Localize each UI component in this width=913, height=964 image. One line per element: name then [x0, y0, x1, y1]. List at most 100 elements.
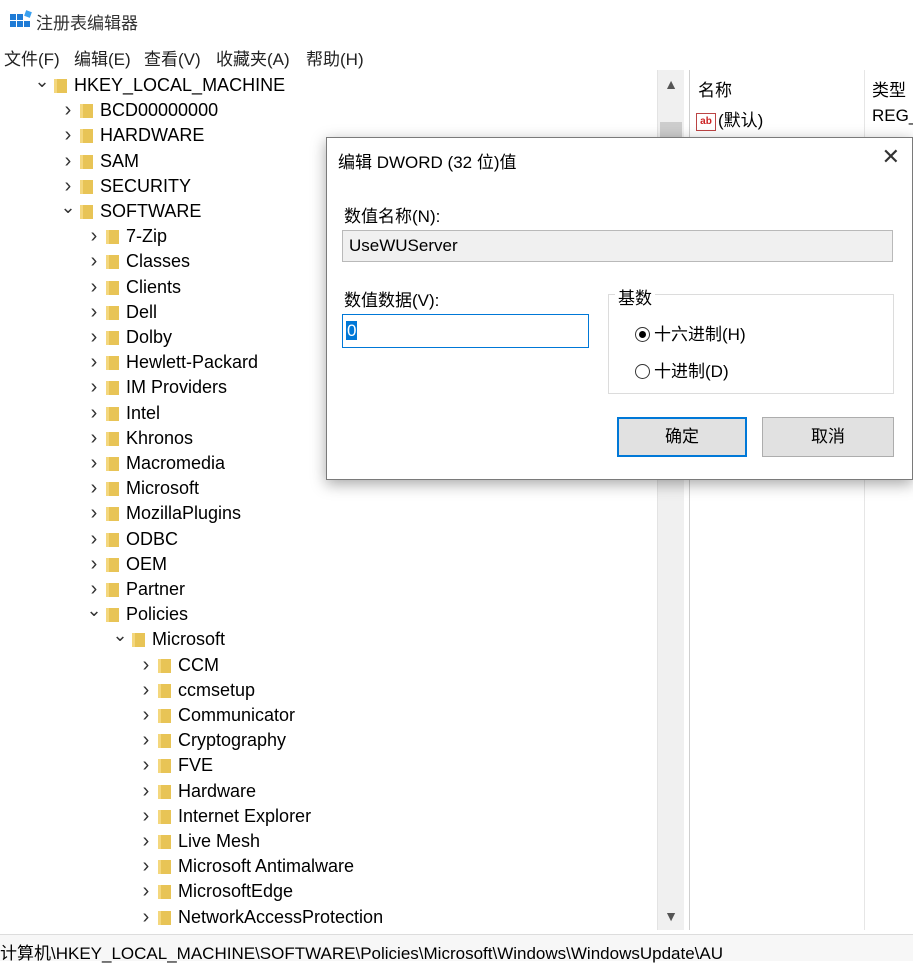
chevron-right-icon[interactable]: › — [86, 501, 102, 526]
menu-file[interactable]: 文件(F) — [4, 45, 60, 70]
tree-item-label: 7-Zip — [126, 226, 168, 247]
chevron-right-icon[interactable]: › — [138, 829, 154, 854]
folder-icon — [106, 532, 119, 547]
folder-icon — [106, 431, 119, 446]
chevron-right-icon[interactable]: › — [86, 426, 102, 451]
folder-icon — [106, 280, 119, 295]
tree-item-label: HARDWARE — [100, 125, 205, 146]
chevron-right-icon[interactable]: › — [86, 451, 102, 476]
tree-item-label: MozillaPlugins — [126, 503, 242, 524]
folder-icon — [132, 633, 145, 648]
folder-icon — [80, 129, 93, 144]
tree-item-label: Hewlett-Packard — [126, 352, 259, 373]
tree-item-label: CCM — [178, 654, 219, 675]
chevron-right-icon[interactable]: › — [86, 275, 102, 300]
menu-view[interactable]: 查看(V) — [144, 45, 201, 70]
tree-item-label: SAM — [100, 150, 140, 171]
folder-icon — [158, 910, 171, 925]
tree-item-label: FVE — [178, 755, 214, 776]
chevron-down-icon[interactable]: ⌄ — [112, 626, 128, 652]
value-data-input[interactable]: 0 — [342, 314, 589, 348]
column-name-header[interactable]: 名称 — [698, 76, 732, 101]
cancel-button[interactable]: 取消 — [762, 417, 894, 457]
menu-help[interactable]: 帮助(H) — [306, 45, 364, 70]
chevron-right-icon[interactable]: › — [86, 224, 102, 249]
folder-icon — [158, 658, 171, 673]
column-type-header[interactable]: 类型 — [872, 76, 906, 101]
tree-item-label: Cryptography — [178, 730, 287, 751]
chevron-right-icon[interactable]: › — [60, 149, 76, 174]
scroll-up-icon[interactable]: ▲ — [658, 76, 684, 96]
menu-bar: 文件(F) 编辑(E) 查看(V) 收藏夹(A) 帮助(H) — [0, 42, 913, 70]
tree-item-label: IM Providers — [126, 377, 228, 398]
folder-icon — [106, 583, 119, 597]
menu-favorites[interactable]: 收藏夹(A) — [216, 45, 290, 70]
chevron-right-icon[interactable]: › — [86, 249, 102, 274]
chevron-right-icon[interactable]: › — [138, 905, 154, 930]
tree-item-label: Microsoft — [152, 629, 226, 650]
tree-item-label: Microsoft — [126, 478, 200, 499]
tree-item-label: NetworkAccessProtection — [178, 906, 384, 927]
tree-item-label: Dell — [126, 301, 158, 322]
folder-icon — [158, 784, 171, 799]
radio-unchecked-icon[interactable] — [635, 364, 650, 379]
tree-item-label: ODBC — [126, 528, 179, 549]
value-name-field[interactable]: UseWUServer — [342, 230, 893, 262]
dialog-title: 编辑 DWORD (32 位)值 — [338, 153, 517, 172]
tree-item-label: SOFTWARE — [100, 201, 202, 221]
chevron-right-icon[interactable]: › — [138, 854, 154, 879]
value-data-label: 数值数据(V): — [344, 291, 440, 310]
chevron-right-icon[interactable]: › — [138, 779, 154, 804]
chevron-down-icon[interactable]: ⌄ — [86, 601, 102, 627]
chevron-right-icon[interactable]: › — [138, 653, 154, 678]
chevron-right-icon[interactable]: › — [86, 527, 102, 552]
chevron-right-icon[interactable]: › — [86, 476, 102, 501]
chevron-right-icon[interactable]: › — [86, 325, 102, 350]
value-row-default[interactable]: ab (默认) — [696, 106, 763, 131]
chevron-right-icon[interactable]: › — [86, 350, 102, 375]
folder-icon — [54, 79, 67, 93]
chevron-right-icon[interactable]: › — [86, 577, 102, 602]
chevron-right-icon[interactable]: › — [138, 728, 154, 753]
chevron-right-icon[interactable]: › — [138, 703, 154, 728]
chevron-right-icon[interactable]: › — [86, 300, 102, 325]
chevron-right-icon[interactable]: › — [86, 552, 102, 577]
tree-item-label: Microsoft Antimalware — [178, 856, 355, 877]
radio-dec-label: 十进制(D) — [654, 362, 729, 381]
value-name: (默认) — [718, 111, 764, 130]
close-icon[interactable]: ✕ — [882, 144, 900, 170]
folder-icon — [106, 255, 119, 270]
folder-icon — [158, 683, 171, 698]
tree-item-label: Live Mesh — [178, 831, 261, 851]
chevron-down-icon[interactable]: ⌄ — [34, 72, 50, 98]
chevron-right-icon[interactable]: › — [86, 401, 102, 426]
chevron-right-icon[interactable]: › — [138, 804, 154, 829]
chevron-right-icon[interactable]: › — [138, 753, 154, 778]
tree-item-label: Dolby — [126, 327, 173, 347]
tree-item-label: Intel — [126, 402, 161, 423]
chevron-right-icon[interactable]: › — [138, 678, 154, 703]
scroll-down-icon[interactable]: ▼ — [658, 908, 684, 928]
folder-icon — [158, 835, 171, 849]
tree-item-label: Macromedia — [126, 453, 226, 473]
menu-edit[interactable]: 编辑(E) — [74, 45, 131, 70]
folder-icon — [106, 331, 119, 345]
chevron-right-icon[interactable]: › — [60, 98, 76, 123]
tree-item-label: OEM — [126, 553, 168, 574]
folder-icon — [158, 860, 171, 875]
folder-icon — [106, 381, 119, 396]
folder-icon — [106, 507, 119, 522]
folder-icon — [106, 457, 119, 471]
chevron-right-icon[interactable]: › — [138, 879, 154, 904]
folder-icon — [106, 482, 119, 497]
radio-hex[interactable]: 十六进制(H) — [635, 320, 746, 345]
chevron-right-icon[interactable]: › — [60, 123, 76, 148]
radio-dec[interactable]: 十进制(D) — [635, 357, 729, 382]
chevron-right-icon[interactable]: › — [60, 174, 76, 199]
ok-button[interactable]: 确定 — [617, 417, 747, 457]
folder-icon — [158, 709, 171, 723]
chevron-down-icon[interactable]: ⌄ — [60, 198, 76, 224]
radio-checked-icon[interactable] — [635, 327, 650, 342]
radio-hex-label: 十六进制(H) — [654, 325, 746, 344]
chevron-right-icon[interactable]: › — [86, 375, 102, 400]
